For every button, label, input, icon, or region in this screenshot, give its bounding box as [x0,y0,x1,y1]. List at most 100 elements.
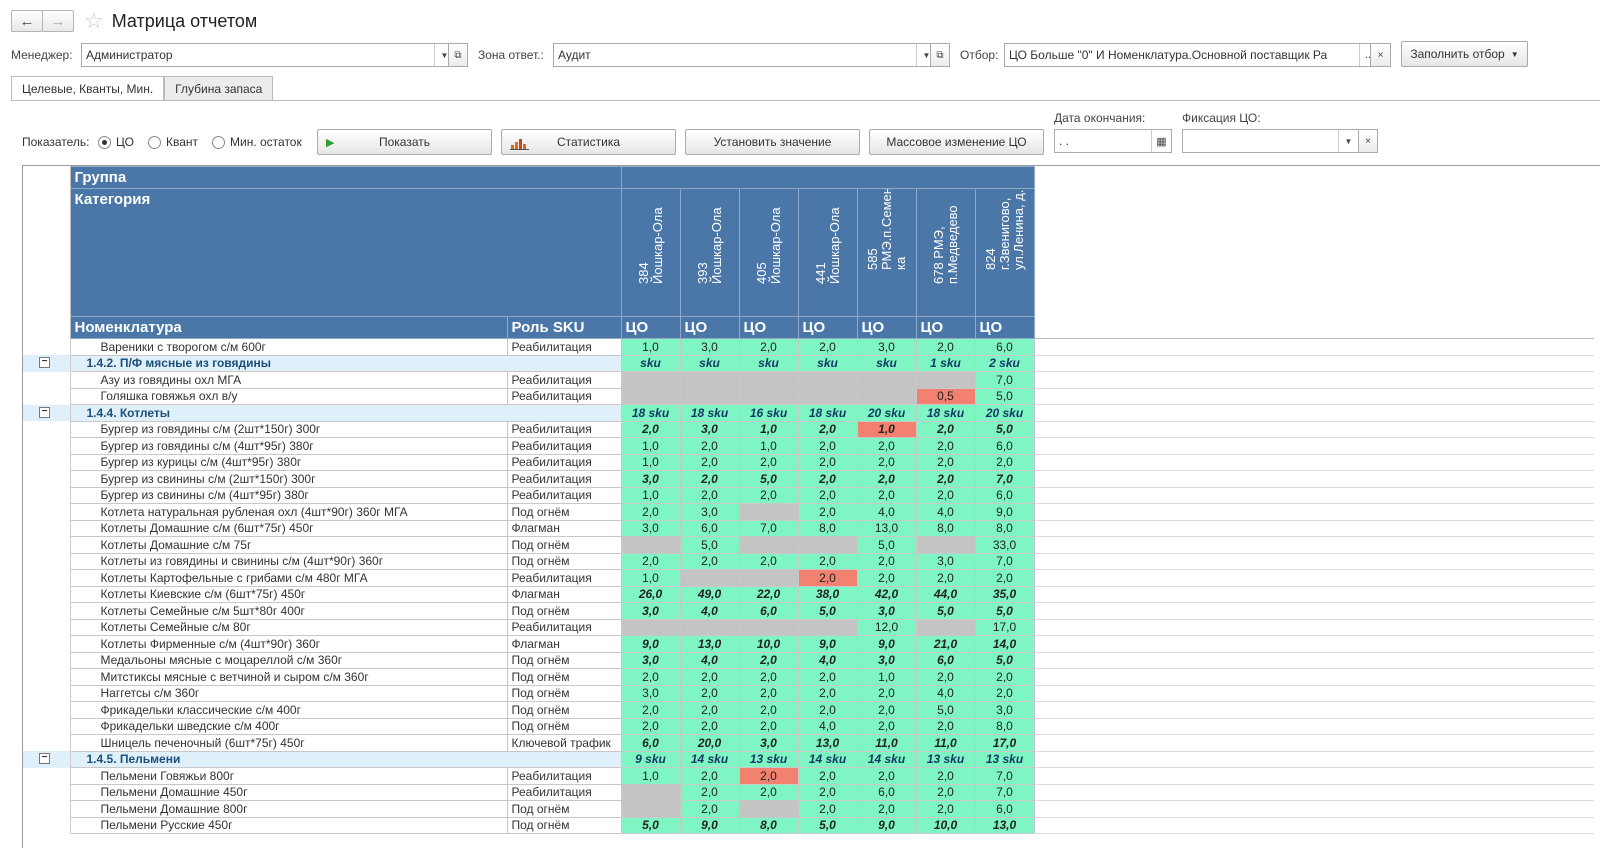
tree-gutter[interactable]: − [23,404,71,421]
sku-role[interactable]: Реабилитация [506,486,622,504]
table-row[interactable]: Котлеты Семейные с/м 80г Реабилитация 12,0… [23,618,1594,636]
item-name[interactable]: Вареники с творогом с/м 600г [69,338,508,356]
calendar-icon[interactable]: ▦ [1151,130,1171,152]
value-cell[interactable]: 5,0 [797,602,858,620]
tree-gutter[interactable]: − [23,751,71,768]
value-cell[interactable]: 5,0 [974,420,1035,438]
show-button[interactable]: ▶ Показать [317,129,492,155]
dropdown-arrow-icon[interactable]: ▼ [1338,130,1358,152]
value-cell[interactable]: 2,0 [856,800,917,818]
value-cell[interactable]: 2,0 [974,569,1035,587]
sku-role[interactable]: Реабилитация [506,371,622,389]
item-name[interactable]: Котлеты Домашние с/м (6шт*75г) 450г [69,519,508,537]
value-cell[interactable]: 2,0 [679,800,740,818]
value-cell[interactable]: 2,0 [679,486,740,504]
value-cell[interactable]: 2,0 [797,668,858,686]
value-cell[interactable]: 6,0 [974,338,1035,356]
value-cell[interactable]: 2,0 [797,552,858,570]
value-cell[interactable] [738,387,799,405]
value-cell[interactable]: 2,0 [915,338,976,356]
table-row[interactable]: Бургер из говядины с/м (4шт*95г) 380г Реа… [23,437,1594,455]
value-cell[interactable]: 1,0 [620,569,681,587]
table-row[interactable]: Митстиксы мясные с ветчиной и сыром с/м … [23,668,1594,686]
value-cell[interactable]: 2,0 [974,668,1035,686]
manager-field[interactable]: Администратор ▼ [81,43,455,67]
value-cell[interactable]: 2,0 [797,503,858,521]
value-cell[interactable]: 2,0 [738,486,799,504]
value-cell[interactable]: 20,0 [679,734,740,752]
value-cell[interactable]: 49,0 [679,585,740,603]
value-cell[interactable]: 2,0 [738,668,799,686]
item-name[interactable]: Фрикадельки классические с/м 400г [69,701,508,719]
value-cell[interactable]: 3,0 [620,684,681,702]
value-cell[interactable]: 4,0 [679,651,740,669]
end-date-field[interactable]: . . ▦ [1054,129,1172,153]
sku-role[interactable]: Под огнём [506,503,622,521]
value-cell[interactable]: 2,0 [738,684,799,702]
value-cell[interactable]: 2,0 [679,783,740,801]
value-cell[interactable]: 10,0 [738,635,799,653]
value-cell[interactable] [738,503,799,521]
value-cell[interactable] [620,536,681,554]
value-cell[interactable]: 9,0 [797,635,858,653]
sku-count-cell[interactable]: sku [679,354,740,372]
sku-role[interactable]: Под огнём [506,800,622,818]
value-cell[interactable] [797,371,858,389]
table-row[interactable]: Котлета натуральная рубленая охл (4шт*90… [23,503,1594,521]
value-cell[interactable]: 6,0 [620,734,681,752]
table-row[interactable]: Котлеты Картофельные с грибами с/м 480г … [23,569,1594,587]
sku-count-cell[interactable]: 18 sku [797,404,858,422]
collapse-icon[interactable]: − [39,357,50,368]
sku-role[interactable]: Реабилитация [506,420,622,438]
sku-count-cell[interactable]: 20 sku [856,404,917,422]
value-cell[interactable]: 9,0 [856,816,917,834]
value-cell[interactable]: 3,0 [856,651,917,669]
group-row[interactable]: −1.4.4. Котлеты 18 sku 18 sku 16 sku 18 sku 2… [23,404,1594,422]
value-cell[interactable] [856,371,917,389]
value-cell[interactable]: 2,0 [915,569,976,587]
value-cell[interactable]: 5,0 [974,387,1035,405]
value-cell[interactable]: 6,0 [974,800,1035,818]
item-name[interactable]: Бургер из свинины с/м (4шт*95г) 380г [69,486,508,504]
value-cell[interactable]: 2,0 [679,668,740,686]
sku-count-cell[interactable]: 9 sku [620,750,681,768]
value-cell[interactable]: 3,0 [974,701,1035,719]
sku-role[interactable]: Под огнём [506,602,622,620]
value-cell[interactable]: 2,0 [915,717,976,735]
value-cell[interactable]: 7,0 [738,519,799,537]
value-cell[interactable] [679,387,740,405]
value-cell[interactable]: 5,0 [797,816,858,834]
value-cell[interactable]: 1,0 [620,338,681,356]
table-row[interactable]: Фрикадельки шведские с/м 400г Под огнём 2,… [23,717,1594,735]
value-cell[interactable] [738,569,799,587]
value-cell[interactable]: 2,0 [620,503,681,521]
value-cell[interactable]: 3,0 [620,602,681,620]
value-cell[interactable] [620,371,681,389]
value-cell[interactable]: 10,0 [915,816,976,834]
value-cell[interactable]: 2,0 [856,767,917,785]
sku-count-cell[interactable]: 13 sku [738,750,799,768]
value-cell[interactable]: 8,0 [974,519,1035,537]
value-cell[interactable]: 33,0 [974,536,1035,554]
sku-role[interactable]: Под огнём [506,701,622,719]
value-cell[interactable]: 5,0 [974,651,1035,669]
sku-role[interactable]: Флагман [506,519,622,537]
value-cell[interactable]: 2,0 [679,684,740,702]
value-cell[interactable]: 5,0 [856,536,917,554]
item-name[interactable]: Пельмени Домашние 450г [69,783,508,801]
value-cell[interactable]: 2,0 [856,717,917,735]
sku-role[interactable]: Под огнём [506,684,622,702]
value-cell[interactable]: 2,0 [679,552,740,570]
group-row[interactable]: −1.4.5. Пельмени 9 sku 14 sku 13 sku 14 sku 1… [23,750,1594,768]
item-name[interactable]: Котлеты Картофельные с грибами с/м 480г … [69,569,508,587]
value-cell[interactable]: 2,0 [974,453,1035,471]
table-row[interactable]: Бургер из говядины с/м (2шт*150г) 300г Ре… [23,420,1594,438]
value-cell[interactable]: 2,0 [797,767,858,785]
value-cell[interactable]: 8,0 [738,816,799,834]
value-cell[interactable]: 3,0 [856,338,917,356]
table-row[interactable]: Голяшка говяжья охл в/у Реабилитация 0,5 5,… [23,387,1594,405]
value-cell[interactable]: 2,0 [797,453,858,471]
sku-count-cell[interactable]: 18 sku [679,404,740,422]
value-cell[interactable]: 2,0 [856,701,917,719]
collapse-icon[interactable]: − [39,406,50,418]
